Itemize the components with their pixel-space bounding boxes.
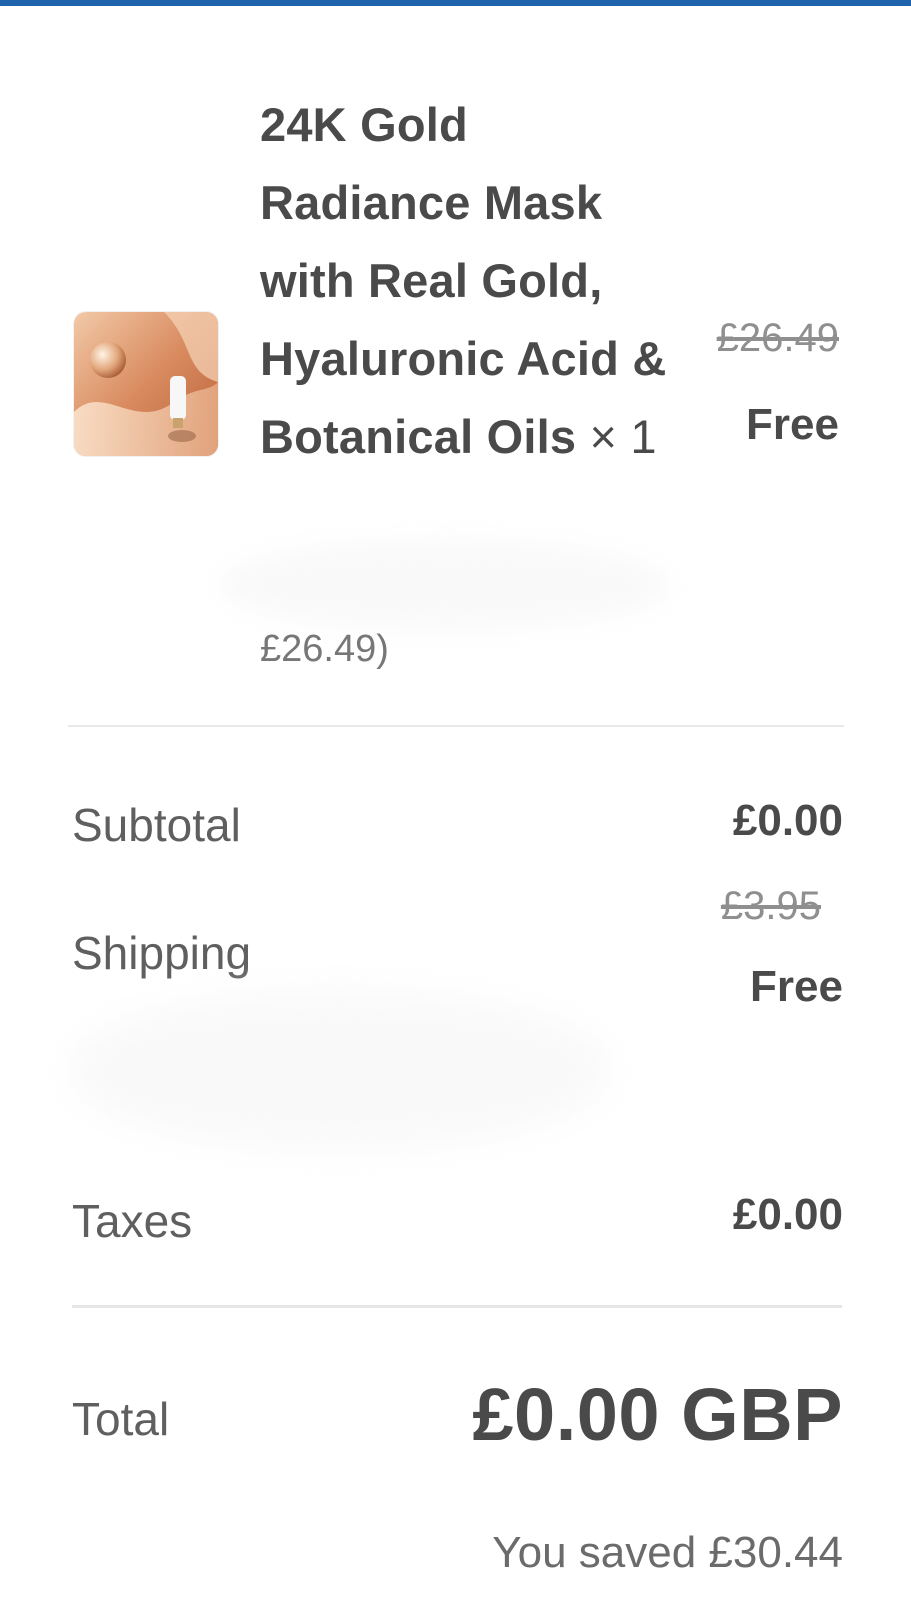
shipping-label: Shipping: [72, 927, 252, 979]
product-quantity: × 1: [589, 410, 657, 463]
order-summary: 24K Gold Radiance Mask with Real Gold, H…: [0, 0, 911, 1600]
total-label: Total: [72, 1393, 170, 1445]
product-thumbnail-image: [74, 312, 218, 456]
taxes-label: Taxes: [72, 1195, 193, 1247]
total-value: £0.00 GBP: [472, 1373, 843, 1456]
product-compare-price: £26.49): [260, 628, 389, 670]
product-current-price: Free: [746, 400, 839, 449]
savings-text: You saved £30.44: [492, 1528, 843, 1577]
subtotal-label: Subtotal: [72, 799, 241, 851]
product-title-text: 24K Gold Radiance Mask with Real Gold, H…: [260, 98, 667, 463]
blurred-region: [220, 540, 670, 630]
shipping-original-price: £3.95: [720, 884, 821, 928]
subtotal-value: £0.00: [732, 796, 843, 845]
shipping-value: Free: [750, 962, 843, 1011]
product-title[interactable]: 24K Gold Radiance Mask with Real Gold, H…: [260, 86, 680, 476]
total-divider: [72, 1305, 842, 1308]
taxes-value: £0.00: [732, 1190, 843, 1239]
blurred-region: [70, 990, 610, 1150]
section-divider: [68, 725, 844, 727]
top-accent-bar: [0, 0, 911, 6]
product-original-price: £26.49: [716, 316, 839, 360]
